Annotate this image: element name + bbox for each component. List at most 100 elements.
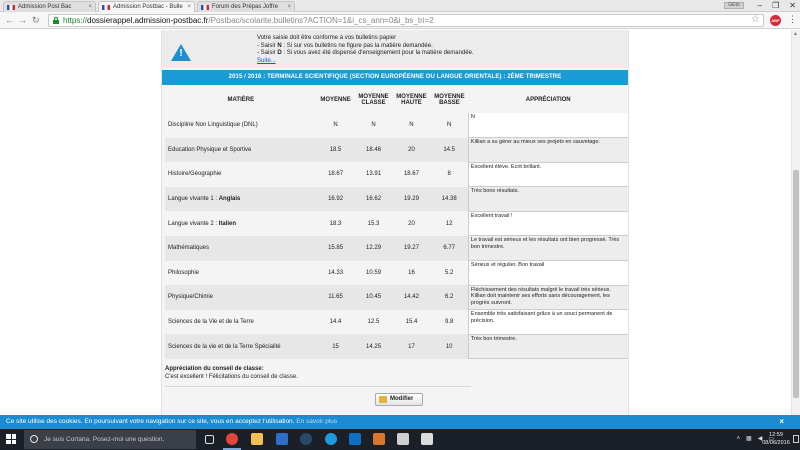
network-icon[interactable]: ▦	[746, 433, 752, 445]
app-icon[interactable]	[397, 433, 409, 445]
moyenne-classe-cell: 10.45	[354, 285, 393, 310]
notice-line-2: - Saisir N : Si sur vos bulletins ne fig…	[257, 42, 433, 49]
cookie-bar: Ce site utilise des cookies. En poursuiv…	[0, 415, 800, 429]
reload-icon[interactable]: ↻	[32, 15, 40, 25]
scrollbar-thumb[interactable]	[793, 170, 799, 398]
user-badge[interactable]: GEto	[724, 2, 744, 9]
skype-icon[interactable]	[325, 433, 337, 445]
windows-start-icon[interactable]	[6, 434, 16, 444]
task-view-icon[interactable]	[205, 435, 214, 444]
cookie-text: Ce site utilise des cookies. En poursuiv…	[6, 418, 297, 425]
clock-date: 08/06/2016	[762, 440, 790, 446]
browser-menu-icon[interactable]: ⋮	[788, 14, 797, 25]
moyenne-haute-cell: 19.29	[392, 186, 431, 212]
tab-close-icon[interactable]: ×	[187, 2, 191, 12]
moyenne-haute-cell: N	[392, 113, 431, 138]
table-row: Philosophie 14.33 10.59 16 5.2 Sérieux et rég…	[165, 260, 628, 286]
french-flag-icon	[201, 5, 209, 10]
notice-more-link[interactable]: Suite...	[257, 58, 276, 64]
subject-cell: Sciences de la Vie et de la Terre	[165, 309, 317, 335]
moyenne-classe-cell: 10.59	[354, 260, 393, 286]
moyenne-haute-cell: 14.42	[392, 285, 431, 310]
table-header-row: MATIÈRE MOYENNE MOYENNE CLASSE MOYENNE H…	[165, 87, 628, 113]
cortana-icon	[30, 435, 38, 443]
subject-cell: Mathématiques	[165, 235, 317, 261]
col-header-moyenne: MOYENNE	[316, 87, 355, 113]
moyenne-basse-cell: 10	[430, 334, 469, 359]
forward-arrow-icon[interactable]: →	[18, 15, 27, 25]
moyenne-haute-cell: 16	[392, 260, 431, 286]
system-clock[interactable]: 12:59 08/06/2016	[760, 431, 792, 447]
cortana-placeholder: Je suis Cortana. Posez-moi une question.	[44, 436, 165, 443]
moyenne-haute-cell: 20	[392, 137, 431, 163]
moyenne-basse-cell: 6.2	[430, 285, 469, 310]
browser-tab-bar: Admission Post Bac × Admission Postbac -…	[0, 0, 800, 12]
page-viewport: ! Votre saisie doit être conforme à vos …	[0, 30, 800, 415]
close-window-icon[interactable]: ✕	[789, 0, 796, 12]
browser-tab-2[interactable]: Admission Postbac - Bulle ×	[98, 1, 195, 12]
lock-icon	[53, 17, 59, 24]
edit-icon	[379, 396, 387, 403]
subject-cell: Sciences de la vie et de la Terre Spécia…	[165, 334, 317, 359]
tab-label: Admission Post Bac	[18, 4, 72, 10]
cookie-close-icon[interactable]: ×	[779, 415, 784, 429]
subject-cell: Philosophie	[165, 260, 317, 286]
modify-button[interactable]: Modifier	[375, 393, 423, 406]
file-explorer-icon[interactable]	[251, 433, 263, 445]
scroll-up-icon[interactable]: ▲	[793, 31, 798, 37]
sigil-icon[interactable]	[373, 433, 385, 445]
tray-chevron-icon[interactable]: ˄	[737, 433, 741, 445]
browser-tab-3[interactable]: Forum des Prépas Joffre ×	[197, 1, 295, 12]
moyenne-basse-cell: 14.5	[430, 137, 469, 163]
browser-tab-1[interactable]: Admission Post Bac ×	[3, 1, 96, 12]
subject-cell: Langue vivante 2 : Italien	[165, 211, 317, 236]
notification-center-icon[interactable]	[793, 435, 799, 443]
chrome-icon[interactable]	[226, 433, 238, 445]
col-header-moyenne-basse: MOYENNE BASSE	[430, 87, 469, 113]
col-header-moyenne-classe: MOYENNE CLASSE	[354, 87, 393, 113]
clock-time: 12:59	[769, 432, 783, 438]
moyenne-cell: 15.85	[316, 235, 355, 261]
maximize-icon[interactable]: ❐	[772, 0, 779, 12]
warning-exclamation: !	[179, 48, 183, 59]
tab-close-icon[interactable]: ×	[88, 2, 92, 12]
photos-icon[interactable]	[421, 433, 433, 445]
moyenne-cell: 14.4	[316, 309, 355, 335]
bookmark-star-icon[interactable]: ☆	[751, 14, 760, 25]
steam-icon[interactable]	[300, 433, 312, 445]
tab-close-icon[interactable]: ×	[287, 2, 291, 12]
notice-line-3: - Saisir D : Si vous avez été dispensé d…	[257, 50, 474, 56]
minimize-icon[interactable]: –	[758, 0, 762, 12]
appreciation-cell: Fléchissement des résultats malgré le tr…	[467, 284, 628, 311]
cookie-more-link[interactable]: En savoir plus	[296, 418, 337, 425]
subject-cell: Physique/Chimie	[165, 285, 317, 310]
table-row: Histoire/Géographie 18.67 13.91 18.67 8 Excel…	[165, 162, 628, 187]
subject-cell: Education Physique et Sportive	[165, 137, 317, 163]
cortana-search-box[interactable]: Je suis Cortana. Posez-moi une question.	[24, 430, 196, 449]
vertical-scrollbar[interactable]: ▲	[791, 30, 800, 415]
moyenne-classe-cell: 12.5	[354, 309, 393, 335]
conseil-text: C'est excellent ! Félicitations du conse…	[165, 374, 298, 380]
store-icon[interactable]	[276, 433, 288, 445]
table-row: Education Physique et Sportive 18.5 18.46 2…	[165, 137, 628, 163]
url-field[interactable]: https://dossierappel.admission-postbac.f…	[48, 14, 764, 27]
moyenne-basse-cell: 6.77	[430, 235, 469, 261]
subject-cell: Langue vivante 1 : Anglais	[165, 186, 317, 212]
appreciation-cell: Ensemble très satisfaisant grâce à un so…	[467, 309, 628, 335]
moyenne-haute-cell: 20	[392, 211, 431, 236]
moyenne-cell: 18.67	[316, 162, 355, 187]
tab-label: Forum des Prépas Joffre	[212, 4, 278, 10]
appreciation-cell: Très bon trimestre.	[467, 333, 628, 360]
table-row: Langue vivante 2 : Italien 18.3 15.3 20 12 Ex…	[165, 211, 628, 236]
adblock-extension-icon[interactable]: ABP	[770, 15, 781, 26]
table-row: Physique/Chimie 11.65 10.45 14.42 6.2 Fléchis…	[165, 284, 628, 311]
moyenne-basse-cell: N	[430, 113, 469, 138]
address-bar-row: ← → ↻ https://dossierappel.admission-pos…	[0, 12, 800, 29]
moyenne-cell: 11.65	[316, 285, 355, 310]
back-arrow-icon[interactable]: ←	[5, 15, 14, 25]
section-banner: 2015 / 2016 : TERMINALE SCIENTIFIQUE (SE…	[162, 70, 628, 85]
moyenne-cell: 18.3	[316, 211, 355, 236]
modify-button-label: Modifier	[390, 396, 414, 402]
appreciation-cell: Le travail est sérieux et les résultats …	[467, 235, 628, 262]
teamviewer-icon[interactable]	[349, 433, 361, 445]
